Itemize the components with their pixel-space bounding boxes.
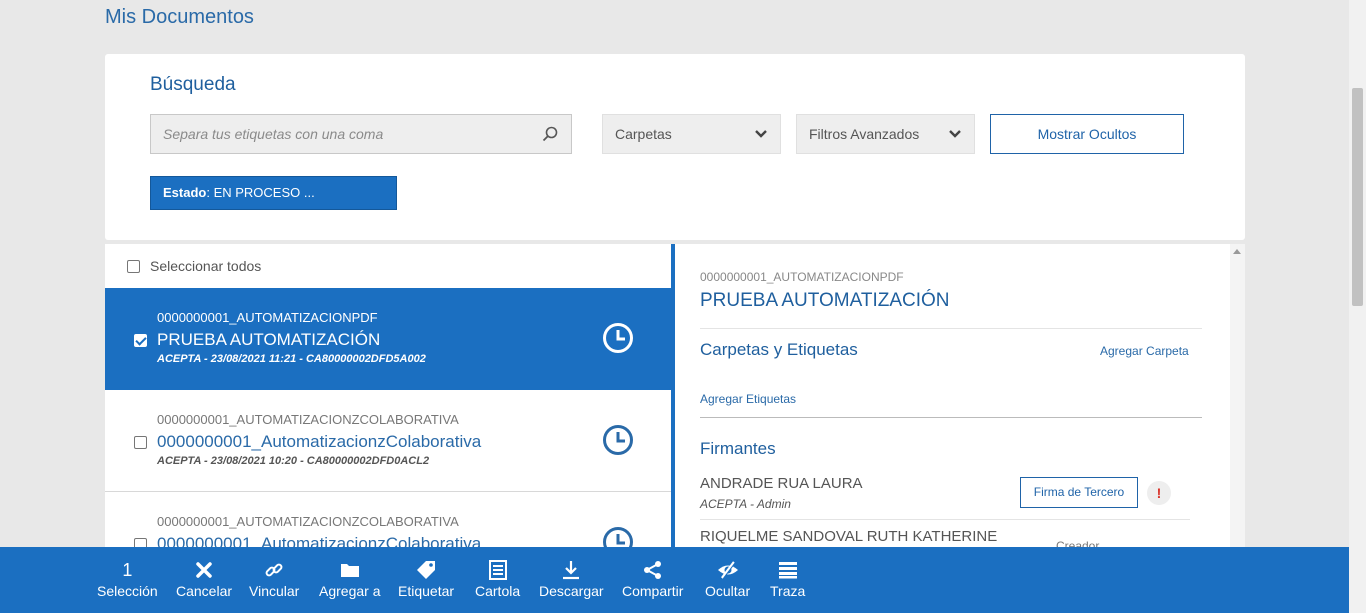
status-filter-value: : EN PROCESO ... — [206, 185, 315, 200]
selection-counter: 1 Selección — [97, 547, 158, 613]
item-code: 0000000001_AUTOMATIZACIONPDF — [157, 310, 378, 325]
page-scrollbar[interactable] — [1349, 0, 1366, 613]
list-item[interactable]: 0000000001_AUTOMATIZACIONPDF PRUEBA AUTO… — [105, 288, 671, 390]
share-button[interactable]: Compartir — [622, 547, 683, 613]
search-input[interactable] — [151, 115, 521, 153]
clock-icon — [603, 323, 633, 353]
detail-code: 0000000001_AUTOMATIZACIONPDF — [700, 270, 904, 284]
bulk-action-toolbar: 1 Selección Cancelar Vincular Agregar a … — [0, 547, 1349, 613]
scrollbar-thumb[interactable] — [1352, 88, 1363, 306]
search-card: Búsqueda Carpetas Filtros Avanzados Most… — [105, 54, 1245, 240]
show-hidden-button[interactable]: Mostrar Ocultos — [990, 114, 1184, 154]
folders-dropdown-label: Carpetas — [615, 126, 672, 142]
add-to-button[interactable]: Agregar a — [319, 547, 380, 613]
selection-label: Selección — [97, 583, 158, 599]
download-label: Descargar — [539, 583, 604, 599]
tag-button[interactable]: Etiquetar — [398, 547, 454, 613]
search-box[interactable] — [150, 114, 572, 154]
search-title: Búsqueda — [150, 74, 236, 95]
signer-name: ANDRADE RUA LAURA — [700, 475, 863, 492]
add-tags-link[interactable]: Agregar Etiquetas — [700, 392, 796, 406]
download-icon — [563, 561, 580, 580]
signer-role: ACEPTA - Admin — [700, 497, 791, 511]
signers-heading: Firmantes — [700, 439, 776, 458]
tag-label: Etiquetar — [398, 583, 455, 599]
divider — [700, 328, 1202, 329]
clock-icon — [603, 425, 633, 455]
select-all-label: Seleccionar todos — [150, 258, 262, 274]
folders-tags-heading: Carpetas y Etiquetas — [700, 340, 858, 359]
third-party-sign-button[interactable]: Firma de Tercero — [1020, 477, 1138, 508]
divider — [700, 519, 1190, 520]
download-button[interactable]: Descargar — [539, 547, 604, 613]
chevron-down-icon — [755, 130, 767, 138]
chevron-down-icon — [949, 130, 961, 138]
eye-slash-icon — [717, 561, 738, 579]
link-button[interactable]: Vincular — [249, 547, 299, 613]
list-item[interactable]: 0000000001_AUTOMATIZACIONZCOLABORATIVA 0… — [105, 390, 671, 492]
select-all-checkbox[interactable] — [127, 259, 140, 273]
select-all[interactable]: Seleccionar todos — [127, 258, 261, 274]
advanced-filters-label: Filtros Avanzados — [809, 126, 920, 142]
trace-button[interactable]: Traza — [770, 547, 805, 613]
search-icon[interactable] — [541, 125, 559, 143]
item-checkbox[interactable] — [134, 334, 147, 347]
divider — [700, 417, 1202, 418]
close-icon — [196, 562, 212, 578]
item-name: PRUEBA AUTOMATIZACIÓN — [157, 330, 381, 349]
tag-icon — [417, 561, 436, 579]
item-name: 0000000001_AutomatizacionzColaborativa — [157, 432, 482, 451]
folder-icon — [340, 564, 359, 577]
page-title: Mis Documentos — [105, 6, 254, 28]
status-filter-key: Estado — [163, 185, 207, 200]
add-folder-link[interactable]: Agregar Carpeta — [1100, 344, 1189, 358]
add-to-label: Agregar a — [319, 583, 381, 599]
item-code: 0000000001_AUTOMATIZACIONZCOLABORATIVA — [157, 412, 459, 427]
folders-dropdown[interactable]: Carpetas — [602, 114, 781, 154]
cartola-button[interactable]: Cartola — [475, 547, 520, 613]
trace-label: Traza — [770, 583, 806, 599]
item-meta: ACEPTA - 23/08/2021 10:20 - CA80000002DF… — [157, 455, 430, 467]
cancel-label: Cancelar — [176, 583, 233, 599]
item-code: 0000000001_AUTOMATIZACIONZCOLABORATIVA — [157, 514, 459, 529]
scroll-up-icon[interactable] — [1233, 249, 1241, 254]
document-list-icon — [488, 560, 507, 580]
list-icon — [778, 562, 797, 579]
status-filter-chip[interactable]: Estado: EN PROCESO ... — [150, 176, 397, 210]
signer-name: RIQUELME SANDOVAL RUTH KATHERINE — [700, 528, 998, 545]
item-meta: ACEPTA - 23/08/2021 11:21 - CA80000002DF… — [157, 353, 426, 365]
item-checkbox[interactable] — [134, 436, 147, 449]
advanced-filters-dropdown[interactable]: Filtros Avanzados — [796, 114, 975, 154]
link-icon — [265, 563, 283, 577]
alert-icon[interactable]: ! — [1147, 481, 1171, 505]
share-icon — [643, 561, 661, 579]
cancel-button[interactable]: Cancelar — [176, 547, 232, 613]
selection-count: 1 — [122, 559, 133, 580]
hide-label: Ocultar — [705, 583, 751, 599]
share-label: Compartir — [622, 583, 684, 599]
cartola-label: Cartola — [475, 583, 521, 599]
link-label: Vincular — [249, 583, 300, 599]
hide-button[interactable]: Ocultar — [705, 547, 750, 613]
detail-title: PRUEBA AUTOMATIZACIÓN — [700, 290, 950, 311]
